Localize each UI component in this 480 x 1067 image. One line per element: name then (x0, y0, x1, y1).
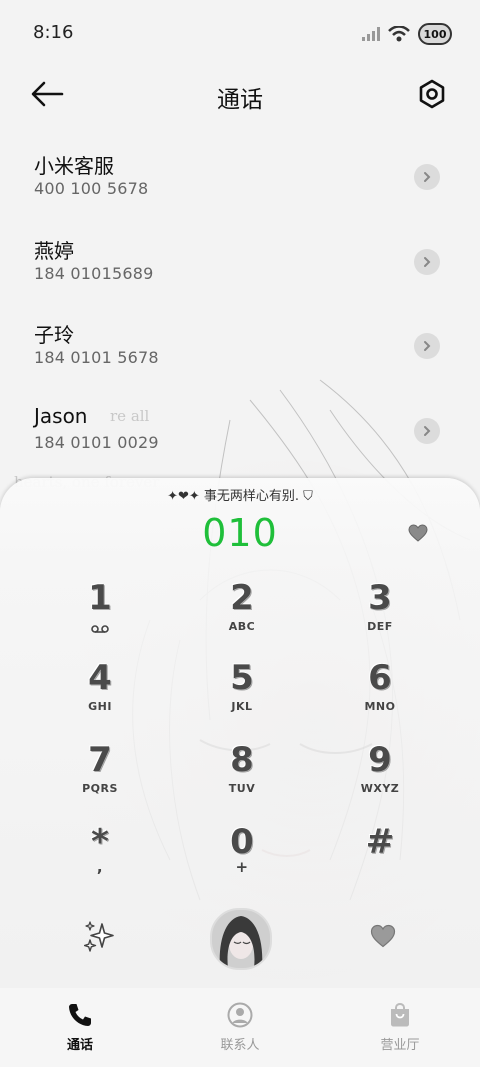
dialer-panel: ✦❤✦ 事无两样心有别. ⛉ 010 1 2 ABC 3 DEF 4 GHI 5… (0, 478, 480, 988)
sparkle-icon[interactable] (84, 920, 114, 952)
contact-number: 184 0101 5678 (34, 348, 159, 367)
key-letters: ABC (228, 620, 256, 633)
phone-icon (69, 1004, 91, 1026)
dialer-actions (0, 896, 480, 986)
key-digit: 3 (368, 578, 392, 618)
call-button[interactable] (210, 908, 272, 970)
key-digit: # (365, 822, 395, 862)
status-bar: 8:16 100 (0, 0, 480, 66)
tab-service-hall[interactable]: 营业厅 (320, 988, 480, 1067)
contact-name: 子玲 (34, 323, 74, 347)
tab-label: 通话 (66, 1038, 93, 1053)
key-9[interactable]: 9 WXYZ (330, 740, 430, 810)
key-star[interactable]: * , (50, 822, 150, 892)
tab-label: 联系人 (220, 1038, 260, 1053)
key-letters: DEF (367, 620, 393, 633)
key-0[interactable]: 0 + (192, 822, 292, 892)
heart-icon[interactable] (370, 924, 396, 948)
status-icons: 100 (362, 22, 452, 46)
key-digit: * (91, 822, 109, 862)
tab-label: 营业厅 (380, 1038, 420, 1053)
key-letters: MNO (364, 700, 396, 713)
key-5[interactable]: 5 JKL (192, 658, 292, 728)
list-item[interactable]: Jason 184 0101 0029 (0, 376, 480, 461)
chevron-right-icon[interactable] (414, 333, 440, 359)
page-title: 通话 (217, 87, 263, 113)
tab-contacts[interactable]: 联系人 (160, 988, 320, 1067)
list-item[interactable]: 子玲 184 0101 5678 (0, 291, 480, 376)
contact-number: 184 0101 0029 (34, 432, 159, 452)
key-digit: 8 (230, 740, 254, 780)
key-3[interactable]: 3 DEF (330, 578, 430, 648)
key-letters: + (235, 858, 249, 876)
list-item[interactable]: 燕婷 184 01015689 (0, 207, 480, 292)
recent-calls-list: 小米客服 400 100 5678 燕婷 184 01015689 子玲 184… (0, 122, 480, 460)
key-6[interactable]: 6 MNO (330, 658, 430, 728)
key-4[interactable]: 4 GHI (50, 658, 150, 728)
contact-name: 小米客服 (34, 154, 114, 178)
contact-number: 184 01015689 (34, 263, 154, 283)
header: 通话 (0, 66, 480, 122)
key-letters: PQRS (82, 782, 118, 795)
key-letters: TUV (228, 782, 256, 795)
wifi-icon (388, 26, 410, 42)
key-digit: 9 (368, 740, 392, 780)
signal-icon (362, 27, 380, 41)
battery-indicator: 100 (418, 23, 452, 45)
voicemail-icon (91, 625, 109, 633)
dialer-slogan: ✦❤✦ 事无两样心有别. ⛉ (167, 489, 313, 504)
avatar (212, 910, 270, 968)
bottom-nav: 通话 联系人 营业厅 (0, 988, 480, 1067)
chevron-right-icon[interactable] (414, 164, 440, 190)
key-1[interactable]: 1 (50, 578, 150, 648)
key-digit: 1 (88, 578, 112, 618)
key-2[interactable]: 2 ABC (192, 578, 292, 648)
key-digit: 7 (88, 740, 112, 780)
key-digit: 4 (88, 658, 112, 698)
key-digit: 2 (230, 578, 254, 618)
key-letters: JKL (231, 700, 253, 713)
list-item[interactable]: 小米客服 400 100 5678 (0, 122, 480, 207)
contact-name: 燕婷 (34, 238, 74, 263)
key-digit: 6 (368, 658, 392, 698)
key-digit: 5 (230, 658, 254, 698)
key-letters: GHI (88, 700, 112, 713)
key-8[interactable]: 8 TUV (192, 740, 292, 810)
key-7[interactable]: 7 PQRS (50, 740, 150, 810)
key-letters: WXYZ (360, 782, 400, 795)
key-digit: 0 (230, 822, 254, 862)
settings-icon[interactable] (416, 78, 448, 110)
tab-calls[interactable]: 通话 (0, 988, 160, 1067)
bag-icon (391, 1002, 409, 1027)
contact-number: 400 100 5678 (34, 179, 149, 198)
heart-icon[interactable] (408, 524, 428, 542)
key-letters: , (96, 858, 104, 876)
chevron-right-icon[interactable] (414, 417, 440, 444)
person-icon (227, 1002, 253, 1028)
status-time: 8:16 (33, 22, 74, 43)
key-hash[interactable]: # (330, 822, 430, 892)
chevron-right-icon[interactable] (414, 248, 440, 275)
contact-name: Jason (34, 403, 88, 428)
